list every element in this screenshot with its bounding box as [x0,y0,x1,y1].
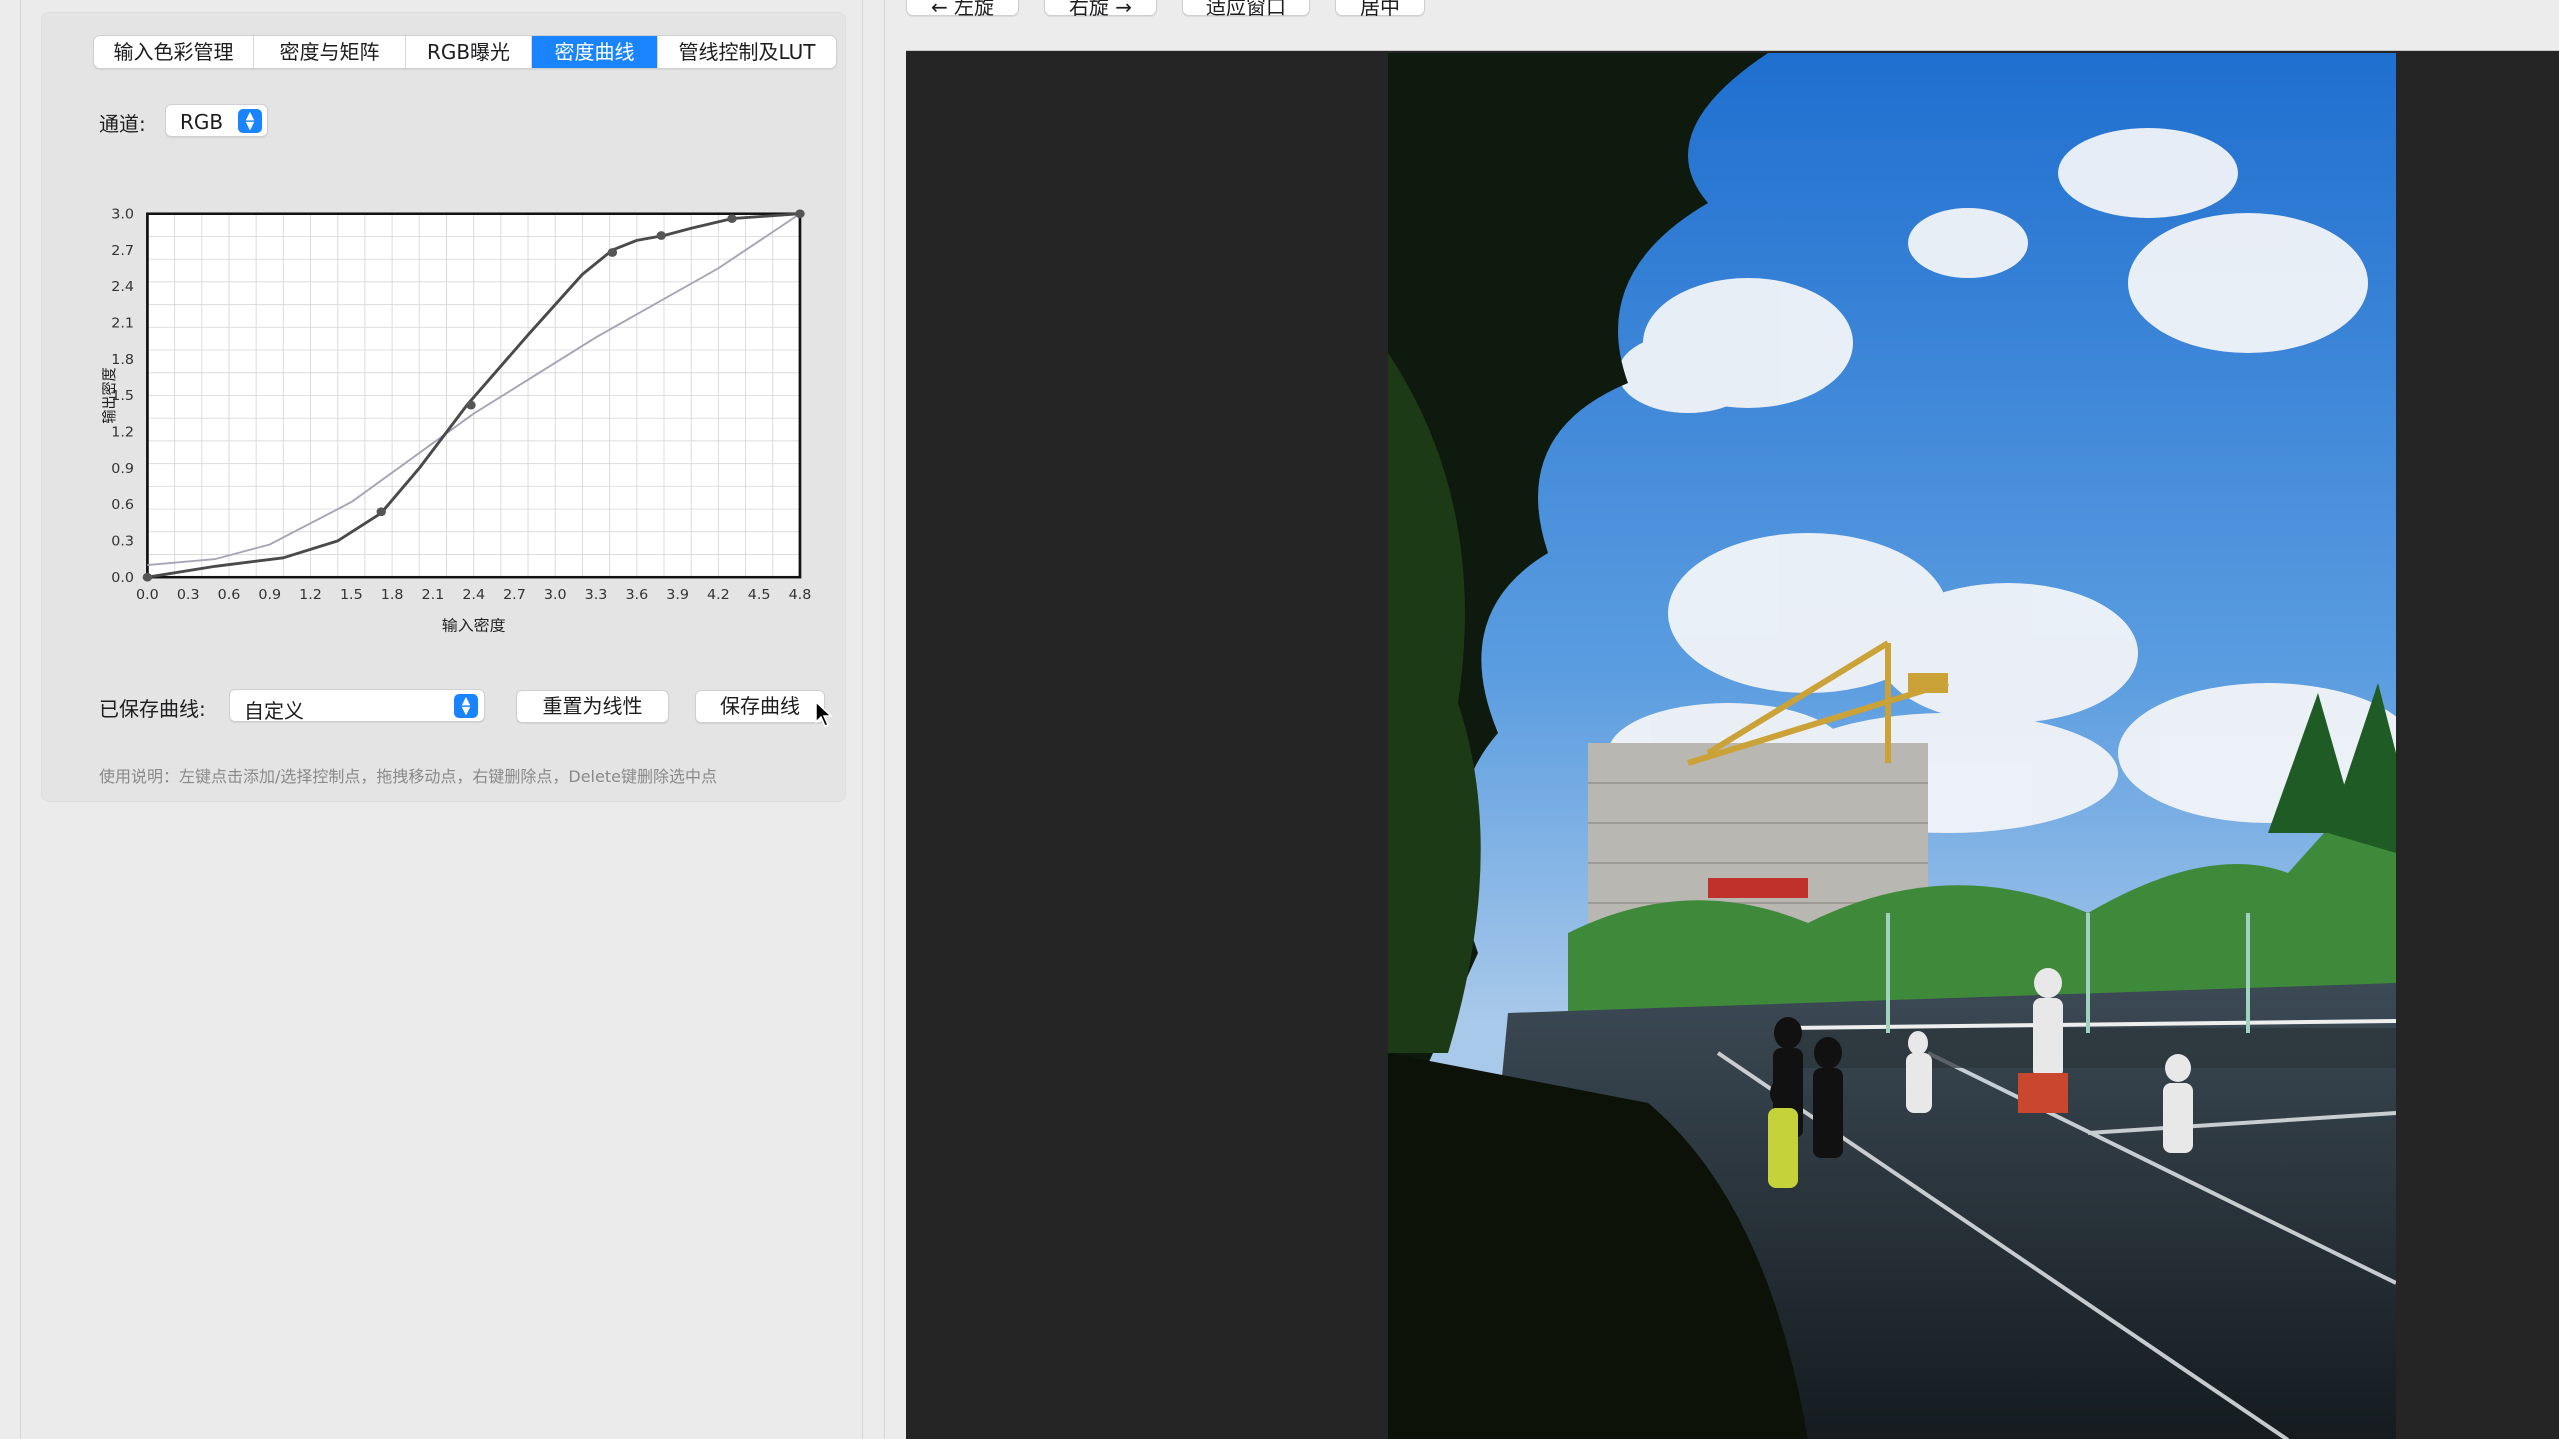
select-stepper-icon: ▲ ▼ [454,694,478,718]
tab-rgb-exposure[interactable]: RGB曝光 [406,36,532,68]
x-tick-label: 2.1 [422,588,445,603]
tab-input-color-management[interactable]: 输入色彩管理 [94,36,254,68]
curve-group-box: 输入色彩管理 密度与矩阵 RGB曝光 密度曲线 管线控制及LUT 通道: RGB… [41,12,846,802]
y-tick-label: 0.9 [111,461,134,476]
control-panel: 输入色彩管理 密度与矩阵 RGB曝光 密度曲线 管线控制及LUT 通道: RGB… [20,0,863,1439]
curve-control-point[interactable] [795,209,805,219]
saved-curve-select[interactable]: 自定义 ▲ ▼ [229,689,485,723]
y-tick-label: 1.8 [111,352,134,367]
usage-instructions: 使用说明：左键点击添加/选择控制点，拖拽移动点，右键删除点，Delete键删除选… [99,767,717,786]
tab-pipeline-lut[interactable]: 管线控制及LUT [658,36,836,68]
x-tick-label: 3.6 [625,588,648,603]
image-preview-area: ← 左旋 右旋 → 适应窗口 居中 [884,0,2559,1439]
x-tick-label: 0.9 [258,588,281,603]
curve-control-point[interactable] [607,248,618,257]
tab-density-curve[interactable]: 密度曲线 [532,36,658,68]
tab-density-matrix[interactable]: 密度与矩阵 [254,36,406,68]
rotate-right-button[interactable]: 右旋 → [1044,0,1157,19]
preview-photo [1388,53,2396,1439]
y-tick-label: 2.7 [111,243,134,258]
y-tick-label: 0.3 [111,534,134,549]
rotate-left-button[interactable]: ← 左旋 [906,0,1019,19]
x-axis-label: 输入密度 [442,617,506,634]
center-button[interactable]: 居中 [1335,0,1425,19]
fit-window-button[interactable]: 适应窗口 [1182,0,1310,19]
tab-bar: 输入色彩管理 密度与矩阵 RGB曝光 密度曲线 管线控制及LUT [93,35,837,69]
save-curve-button[interactable]: 保存曲线 [695,690,825,723]
channel-label: 通道: [99,112,146,136]
x-tick-label: 0.6 [218,588,241,603]
curve-control-point[interactable] [376,507,386,517]
x-tick-label: 4.5 [748,588,771,603]
y-tick-label: 0.0 [111,570,134,585]
x-tick-label: 4.8 [789,588,812,603]
x-tick-label: 3.3 [585,588,608,603]
curve-control-point[interactable] [466,400,476,410]
saved-curve-label: 已保存曲线: [99,697,206,721]
x-tick-label: 2.4 [462,588,485,603]
y-tick-label: 2.1 [111,316,134,331]
y-tick-label: 0.6 [111,498,134,513]
y-tick-label: 2.4 [111,280,134,295]
y-tick-label: 3.0 [111,207,134,222]
channel-select[interactable]: RGB ▲ ▼ [165,104,268,137]
x-tick-label: 3.0 [544,588,567,603]
density-curve-chart[interactable]: 0.0 0.3 0.6 0.9 1.2 1.5 1.8 2.1 2.4 2.7 3.0 3.3 3.6 3… [102,173,842,643]
app-window: 输入色彩管理 密度与矩阵 RGB曝光 密度曲线 管线控制及LUT 通道: RGB… [0,0,2559,1439]
x-tick-label: 0.0 [136,588,159,603]
y-tick-label: 1.2 [111,425,134,440]
mouse-cursor-icon [815,701,833,727]
x-tick-label: 3.9 [666,588,689,603]
x-tick-label: 1.5 [340,588,363,603]
select-stepper-icon: ▲ ▼ [238,109,262,133]
curve-control-point[interactable] [142,572,153,582]
channel-value: RGB [180,110,224,134]
x-tick-label: 4.2 [707,588,730,603]
x-tick-label: 2.7 [503,588,526,603]
x-tick-label: 1.2 [299,588,322,603]
curve-control-point[interactable] [727,214,737,223]
curve-control-point[interactable] [656,231,666,240]
saved-curve-value: 自定义 [244,699,304,723]
reset-linear-button[interactable]: 重置为线性 [516,690,669,723]
x-tick-label: 0.3 [177,588,200,603]
y-axis-label: 输出密度 [102,367,118,424]
x-tick-label: 1.8 [381,588,404,603]
image-viewer[interactable] [906,50,2559,1439]
